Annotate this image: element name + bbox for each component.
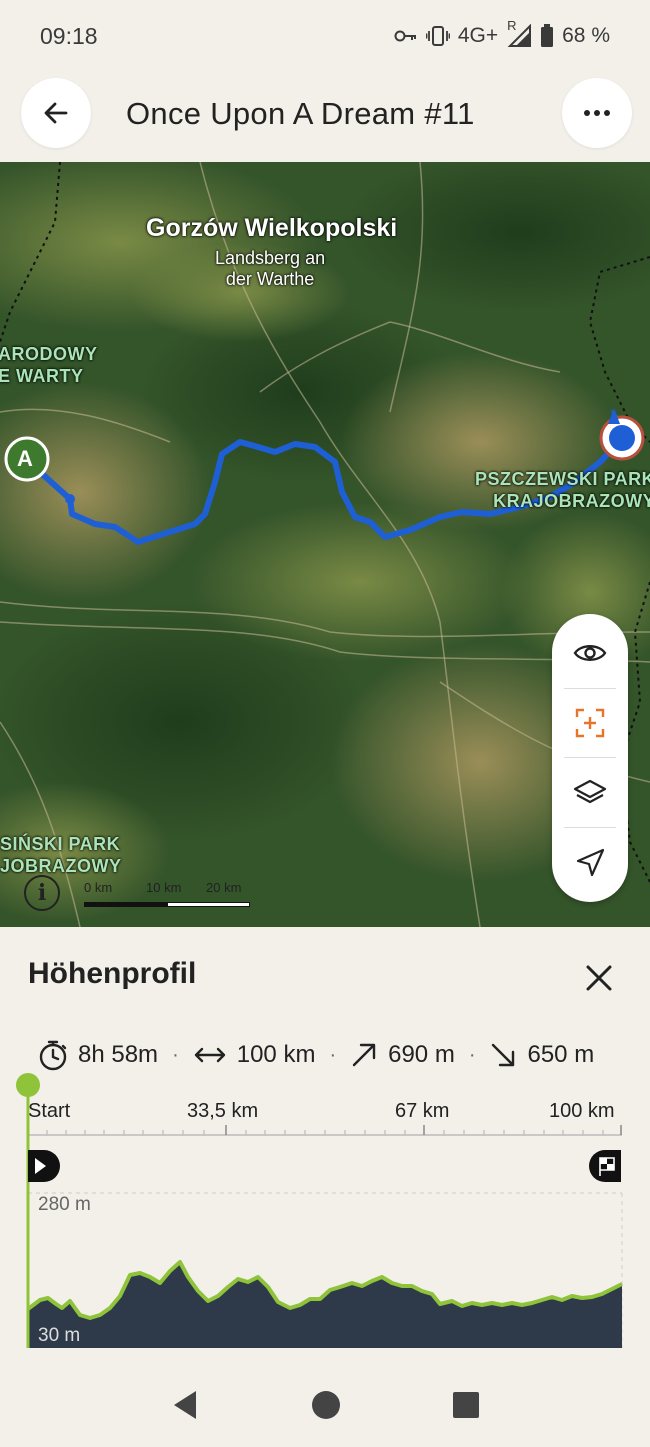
map-info-button[interactable]: i: [24, 875, 60, 911]
elevation-min-label: 30 m: [38, 1325, 81, 1346]
sheet-title: Höhenprofil: [28, 957, 197, 990]
stat-separator: ·: [329, 1043, 337, 1066]
stopwatch-icon: [39, 1040, 67, 1071]
city-alt-line1: Landsberg an: [215, 248, 326, 268]
stat-ascent: 690 m: [350, 1041, 455, 1069]
signal-icon: R: [506, 18, 532, 48]
elevation-profile-graphic: [16, 1073, 623, 1348]
more-options-button[interactable]: [562, 78, 632, 148]
controls-divider: [564, 687, 616, 689]
park-label-left-top: ARODOWY E WARTY: [0, 343, 98, 387]
stat-descent: 650 m: [489, 1041, 594, 1069]
controls-divider: [564, 827, 616, 829]
scale-label-10: 10 km: [146, 880, 182, 895]
visibility-button[interactable]: [558, 621, 622, 685]
close-button[interactable]: [576, 955, 622, 1001]
park-left-top-line2: E WARTY: [0, 366, 84, 386]
ascent-value: 690 m: [388, 1041, 455, 1068]
distance-value: 100 km: [236, 1041, 316, 1068]
descent-value: 650 m: [527, 1041, 595, 1068]
park-right-line1: PSZCZEWSKI PARK: [475, 469, 650, 489]
battery-icon: [540, 24, 554, 48]
stat-distance: 100 km: [193, 1041, 316, 1069]
elevation-chart[interactable]: Start 33,5 km 67 km 100 km 280 m 30 m: [0, 1072, 650, 1348]
ascent-arrow-icon: [352, 1043, 376, 1067]
start-flag-icon: [28, 1150, 60, 1182]
park-left-top-line1: ARODOWY: [0, 344, 98, 364]
nav-back-button[interactable]: [170, 1389, 200, 1426]
park-label-right: PSZCZEWSKI PARK KRAJOBRAZOWY: [475, 468, 650, 512]
map-controls: [552, 614, 628, 902]
more-horizontal-icon: [584, 110, 610, 116]
network-type: 4G+: [457, 24, 499, 47]
focus-plus-icon: [575, 708, 605, 738]
map-layers-button[interactable]: [558, 761, 622, 825]
finish-flag-icon: [589, 1150, 621, 1182]
park-left-bottom-line1: SIŃSKI PARK: [0, 834, 121, 854]
vibrate-icon: [425, 25, 450, 47]
scale-label-20: 20 km: [206, 880, 242, 895]
stat-separator: ·: [172, 1043, 179, 1066]
duration-value: 8h 58m: [78, 1041, 159, 1068]
scale-label-0: 0 km: [84, 880, 113, 895]
map-scale: 0 km 10 km 20 km: [84, 880, 250, 908]
route-stats: 8h 58m · 100 km · 690 m · 650 m: [38, 1039, 594, 1071]
system-navigation-bar: [0, 1367, 650, 1447]
city-label: Gorzów Wielkopolski: [146, 214, 398, 242]
eye-icon: [573, 645, 607, 662]
app-bar: Once Upon A Dream #11: [0, 78, 650, 150]
park-label-left-bottom: SIŃSKI PARK JOBRAZOWY: [0, 833, 122, 877]
fit-route-button[interactable]: [558, 691, 622, 755]
descent-arrow-icon: [492, 1043, 515, 1067]
triangle-back-icon: [174, 1390, 196, 1419]
back-button[interactable]: [21, 78, 91, 148]
elevation-area: [28, 1262, 622, 1348]
roaming-indicator: R: [507, 18, 517, 33]
park-left-bottom-line2: JOBRAZOWY: [0, 856, 122, 876]
status-time: 09:18: [40, 22, 98, 49]
navigation-arrow-icon: [576, 848, 605, 876]
city-alt-line2: der Warthe: [225, 269, 315, 289]
close-icon: [586, 965, 612, 991]
map-view[interactable]: A Gorzów Wielkopolski Landsberg an der W…: [0, 162, 650, 927]
square-recents-icon: [453, 1391, 479, 1418]
page-title: Once Upon A Dream #11: [126, 96, 475, 131]
status-icons: 4G+ R 68 %: [394, 18, 610, 48]
layers-icon: [573, 779, 607, 803]
controls-divider: [564, 757, 616, 759]
circle-home-icon: [312, 1390, 340, 1419]
scale-bar-dark: [84, 902, 167, 907]
status-bar: 09:18 4G+ R 68 %: [0, 0, 650, 72]
stat-separator: ·: [468, 1043, 476, 1066]
locate-button[interactable]: [558, 831, 622, 895]
scale-bar-light: [167, 902, 250, 907]
key-icon: [394, 28, 418, 44]
city-alt-label: Landsberg an der Warthe: [215, 248, 325, 290]
stat-duration: 8h 58m: [38, 1039, 158, 1071]
park-right-line2: KRAJOBRAZOWY: [493, 491, 650, 511]
arrow-left-icon: [44, 102, 68, 124]
distance-arrows-icon: [194, 1047, 225, 1063]
start-marker-label[interactable]: A: [17, 446, 33, 472]
elevation-max-label: 280 m: [38, 1194, 91, 1215]
battery-percent: 68 %: [562, 24, 610, 47]
elevation-profile-sheet: Höhenprofil 8h 58m · 100 km · 690 m · 65…: [0, 927, 650, 1367]
nav-recents-button[interactable]: [452, 1391, 480, 1424]
nav-home-button[interactable]: [310, 1389, 342, 1426]
